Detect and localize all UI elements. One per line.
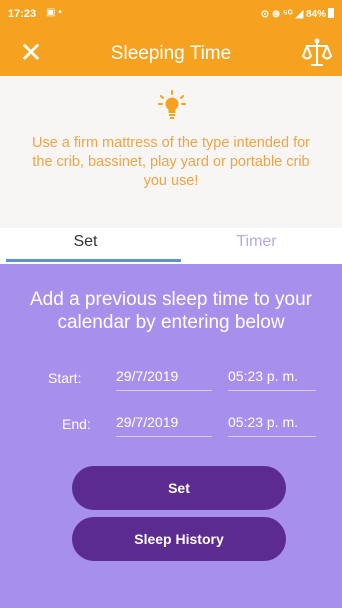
tab-bar: Set Timer <box>0 228 342 264</box>
set-panel: Add a previous sleep time to your calend… <box>0 264 342 608</box>
end-date-field[interactable]: 29/7/2019 <box>116 414 212 437</box>
active-tab-indicator <box>6 259 181 262</box>
status-bar: 17:23 ▣ • ⊙ ⊛ ⁵ᴳ ◢ 84% <box>0 0 342 30</box>
app-bar: ✕ Sleeping Time <box>0 30 342 76</box>
status-time: 17:23 <box>8 8 37 20</box>
scale-icon[interactable] <box>300 36 334 70</box>
set-button[interactable]: Set <box>72 466 286 510</box>
tip-panel: Use a firm mattress of the type intended… <box>0 76 342 228</box>
end-time-field[interactable]: 05:23 p. m. <box>228 414 316 437</box>
system-status-icons: ⊙ ⊛ ⁵ᴳ ◢ 84% <box>261 8 334 20</box>
instructions-text: Add a previous sleep time to your calend… <box>30 289 312 333</box>
start-time-field[interactable]: 05:23 p. m. <box>228 368 316 391</box>
lightbulb-icon <box>158 90 186 120</box>
page-title: Sleeping Time <box>110 43 232 64</box>
tip-text: Use a firm mattress of the type intended… <box>31 135 311 189</box>
tab-timer[interactable]: Timer <box>171 228 342 264</box>
start-date-field[interactable]: 29/7/2019 <box>116 368 212 391</box>
start-label: Start: <box>48 370 82 386</box>
end-label: End: <box>62 416 91 432</box>
status-indicators: ⊙ ⊛ ⁵ᴳ ◢ 84% <box>260 9 326 20</box>
battery-icon <box>328 8 334 18</box>
sleep-history-button[interactable]: Sleep History <box>72 517 286 561</box>
notification-icons: ▣ • <box>46 7 62 18</box>
